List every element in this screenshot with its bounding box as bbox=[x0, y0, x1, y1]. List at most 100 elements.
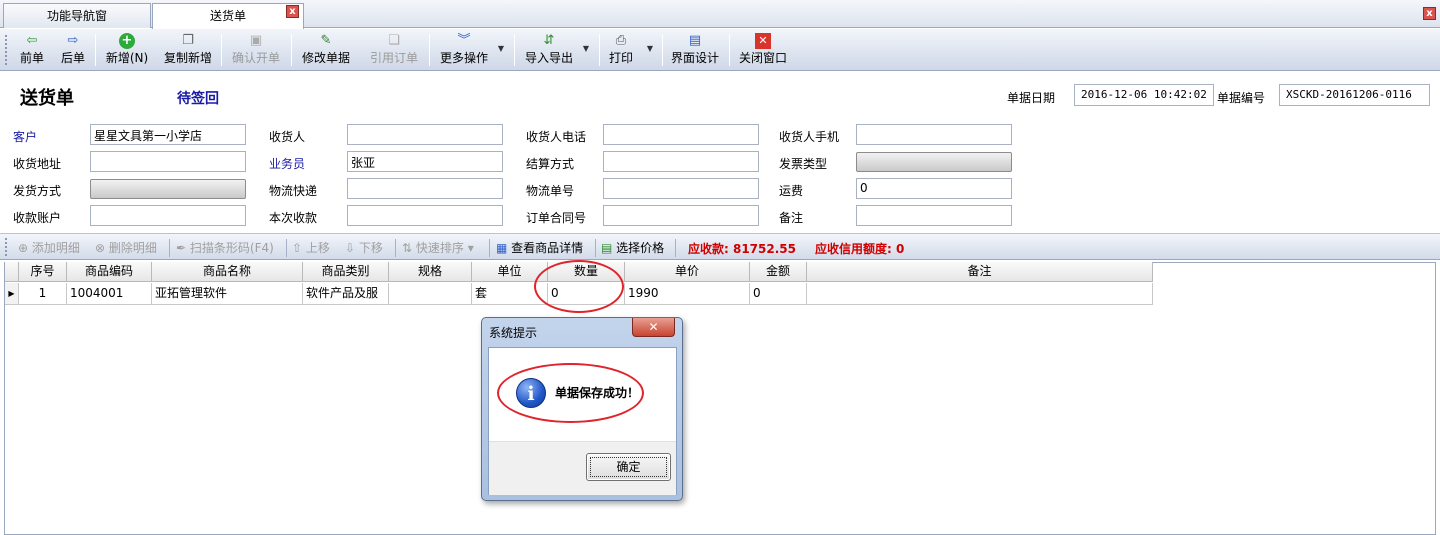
tab-function-navigation[interactable]: 功能导航窗 bbox=[3, 3, 151, 28]
logistics-field[interactable] bbox=[347, 178, 503, 199]
row-indicator-icon[interactable]: ▶ bbox=[5, 283, 19, 305]
arrow-left-icon: ⇦ bbox=[26, 33, 38, 48]
dropdown-arrow-icon[interactable]: ▼ bbox=[647, 44, 653, 53]
consignee-mobile-label: 收货人手机 bbox=[779, 130, 840, 144]
consignee-phone-label: 收货人电话 bbox=[526, 130, 587, 144]
receipt-account-field[interactable] bbox=[90, 205, 246, 226]
column-header[interactable]: 序号 bbox=[19, 262, 67, 282]
grid-corner bbox=[5, 262, 19, 282]
consignee-label: 收货人 bbox=[269, 130, 306, 144]
customer-field[interactable]: 星星文具第一小学店 bbox=[90, 124, 246, 145]
column-header[interactable]: 数量 bbox=[548, 262, 625, 282]
column-header[interactable]: 单位 bbox=[472, 262, 548, 282]
price-list-icon: ▤ bbox=[601, 241, 613, 255]
column-header[interactable]: 金额 bbox=[750, 262, 807, 282]
toolbar-separator bbox=[595, 239, 596, 257]
table-cell[interactable] bbox=[389, 283, 472, 305]
settlement-label: 结算方式 bbox=[526, 157, 575, 171]
quick-sort-button[interactable]: ⇅ 快速排序 ▾ bbox=[402, 239, 474, 256]
more-actions-button[interactable]: ︾ 更多操作 ▼ bbox=[436, 31, 504, 69]
column-header[interactable]: 备注 bbox=[807, 262, 1153, 282]
column-header[interactable]: 规格 bbox=[389, 262, 472, 282]
ui-design-button[interactable]: ▤ 界面设计 bbox=[668, 31, 722, 69]
invoice-type-select[interactable] bbox=[856, 152, 1012, 172]
column-header[interactable]: 商品名称 bbox=[152, 262, 303, 282]
date-field[interactable]: 2016-12-06 10:42:02 bbox=[1074, 84, 1214, 106]
freight-label: 运费 bbox=[779, 184, 804, 198]
table-cell[interactable]: 0 bbox=[750, 283, 807, 305]
double-chevron-down-icon: ︾ bbox=[457, 33, 471, 48]
print-button[interactable]: ⎙ 打印 ▼ bbox=[606, 31, 653, 69]
import-export-button[interactable]: ⇵ 导入导出 ▼ bbox=[521, 31, 589, 69]
settlement-field[interactable] bbox=[603, 151, 759, 172]
shipping-method-select[interactable] bbox=[90, 179, 246, 199]
address-field[interactable] bbox=[90, 151, 246, 172]
contract-no-field[interactable] bbox=[603, 205, 759, 226]
remark-label: 备注 bbox=[779, 211, 804, 225]
tracking-no-field[interactable] bbox=[603, 178, 759, 199]
document-icon: ❏ bbox=[388, 33, 400, 48]
scan-barcode-button[interactable]: ✒ 扫描条形码(F4) bbox=[176, 239, 274, 256]
salesman-label[interactable]: 业务员 bbox=[269, 155, 305, 172]
this-receipt-field[interactable] bbox=[347, 205, 503, 226]
next-button[interactable]: ⇨ 后单 bbox=[55, 31, 91, 69]
move-down-button[interactable]: ⇩ 下移 bbox=[345, 239, 383, 256]
prev-button[interactable]: ⇦ 前单 bbox=[14, 31, 50, 69]
close-icon: ✕ bbox=[755, 33, 771, 49]
column-header[interactable]: 单价 bbox=[625, 262, 750, 282]
window-close-icon[interactable]: x bbox=[1423, 7, 1436, 20]
arrow-down-icon: ⇩ bbox=[345, 241, 356, 255]
toolbar-separator bbox=[286, 239, 287, 257]
remark-field[interactable] bbox=[856, 205, 1012, 226]
dialog-body: i 单据保存成功！ 确定 bbox=[488, 347, 677, 495]
move-up-button[interactable]: ⇧ 上移 bbox=[292, 239, 330, 256]
customer-label[interactable]: 客户 bbox=[13, 128, 37, 145]
consignee-phone-field[interactable] bbox=[603, 124, 759, 145]
table-cell[interactable] bbox=[807, 283, 1153, 305]
column-header[interactable]: 商品类别 bbox=[303, 262, 389, 282]
edit-order-button[interactable]: ✎ 修改单据 bbox=[298, 31, 354, 69]
column-header[interactable]: 商品编码 bbox=[67, 262, 152, 282]
sort-icon: ⇅ bbox=[402, 241, 413, 255]
table-cell[interactable]: 套 bbox=[472, 283, 548, 305]
toolbar-separator bbox=[729, 34, 730, 66]
view-product-detail-button[interactable]: ▦ 查看商品详情 bbox=[496, 239, 583, 256]
table-cell[interactable]: 1 bbox=[19, 283, 67, 305]
salesman-field[interactable]: 张亚 bbox=[347, 151, 503, 172]
add-button[interactable]: + 新增(N) bbox=[101, 31, 153, 69]
add-detail-button[interactable]: ⊕ 添加明细 bbox=[18, 239, 80, 256]
table-icon: ▦ bbox=[496, 241, 508, 255]
reference-order-button[interactable]: ❏ 引用订单 bbox=[366, 31, 422, 69]
order-no-label: 单据编号 bbox=[1217, 91, 1266, 105]
tab-delivery-order[interactable]: 送货单 bbox=[152, 3, 304, 29]
table-cell[interactable]: 亚拓管理软件 bbox=[152, 283, 303, 305]
address-label: 收货地址 bbox=[13, 157, 62, 171]
table-cell[interactable]: 0 bbox=[548, 283, 625, 305]
toolbar-grip[interactable] bbox=[5, 238, 8, 256]
dialog-close-button[interactable]: ✕ bbox=[632, 318, 675, 337]
ok-button[interactable]: 确定 bbox=[586, 453, 671, 481]
toolbar-separator bbox=[489, 239, 490, 257]
toolbar-grip[interactable] bbox=[5, 35, 8, 65]
dropdown-arrow-icon[interactable]: ▼ bbox=[498, 44, 504, 53]
arrow-up-icon: ⇧ bbox=[292, 241, 303, 255]
toolbar-separator bbox=[662, 34, 663, 66]
invoice-type-label: 发票类型 bbox=[779, 157, 828, 171]
select-price-button[interactable]: ▤ 选择价格 bbox=[601, 239, 664, 256]
arrow-right-icon: ⇨ bbox=[67, 33, 79, 48]
tab-close-icon[interactable]: x bbox=[286, 5, 299, 18]
close-window-button[interactable]: ✕ 关闭窗口 bbox=[736, 31, 790, 69]
copy-add-button[interactable]: ❐ 复制新增 bbox=[160, 31, 216, 69]
order-no-field[interactable]: XSCKD-20161206-0116 bbox=[1279, 84, 1430, 106]
contract-no-label: 订单合同号 bbox=[526, 211, 587, 225]
freight-field[interactable]: 0 bbox=[856, 178, 1012, 199]
consignee-mobile-field[interactable] bbox=[856, 124, 1012, 145]
table-cell[interactable]: 1990 bbox=[625, 283, 750, 305]
save-icon: ▣ bbox=[249, 33, 263, 48]
dropdown-arrow-icon[interactable]: ▼ bbox=[583, 44, 589, 53]
delete-detail-button[interactable]: ⊗ 删除明细 bbox=[95, 239, 157, 256]
confirm-order-button[interactable]: ▣ 确认开单 bbox=[228, 31, 284, 69]
consignee-field[interactable] bbox=[347, 124, 503, 145]
table-cell[interactable]: 1004001 bbox=[67, 283, 152, 305]
table-cell[interactable]: 软件产品及服 bbox=[303, 283, 389, 305]
